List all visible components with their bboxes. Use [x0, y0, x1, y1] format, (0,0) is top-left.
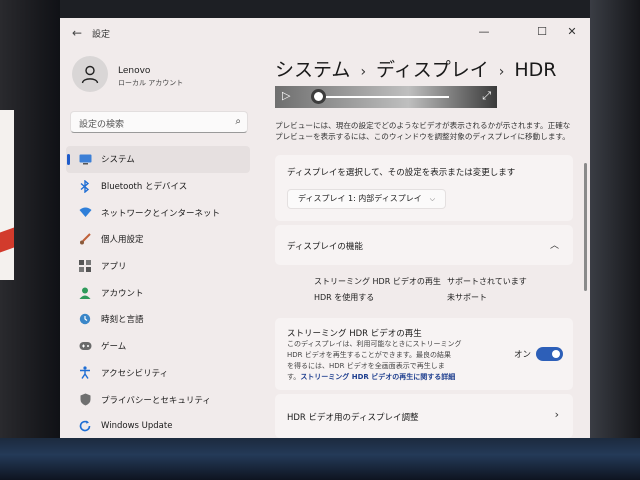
description-line: このディスプレイは、利用可能なときにストリーミング [287, 340, 462, 348]
video-seek-thumb[interactable] [311, 89, 326, 104]
update-icon [78, 419, 92, 433]
page-title: HDR [514, 59, 557, 81]
sidebar-item-apps[interactable]: アプリ [66, 253, 250, 280]
breadcrumb-system[interactable]: システム [275, 59, 350, 81]
sidebar-item-label: アクセシビリティ [101, 368, 169, 379]
sidebar-item-label: システム [101, 155, 135, 166]
sidebar-item-label: Windows Update [101, 421, 173, 432]
sidebar-item-bluetooth[interactable]: Bluetooth とデバイス [66, 173, 250, 200]
bluetooth-icon [78, 179, 92, 193]
sidebar-item-privacy-security[interactable]: プライバシーとセキュリティ [66, 386, 250, 413]
chevron-right-icon: › [554, 408, 559, 421]
sidebar-item-network[interactable]: ネットワークとインターネット [66, 199, 250, 226]
accessibility-icon [78, 366, 92, 380]
apps-icon [78, 259, 92, 273]
screen-bezel-top [0, 0, 640, 18]
back-arrow-icon[interactable]: ← [68, 24, 86, 42]
display-capabilities-header[interactable]: ディスプレイの機能 ︿ [275, 225, 573, 265]
maximize-button[interactable]: ☐ [528, 22, 556, 42]
monitor-icon [78, 152, 92, 166]
description-line: を得るには、HDR ビデオを全画面表示で再生しま [287, 362, 445, 370]
sidebar-item-label: Bluetooth とデバイス [101, 182, 188, 193]
hdr-calibration-label: HDR ビデオ用のディスプレイ調整 [287, 413, 419, 423]
display-select-label: ディスプレイを選択して、その設定を表示または変更します [287, 168, 516, 178]
sidebar-item-personalization[interactable]: 個人用設定 [66, 226, 250, 253]
breadcrumb: システム › ディスプレイ › HDR [275, 55, 556, 82]
sidebar-item-label: 個人用設定 [101, 235, 144, 246]
hdr-video-preview: ▷ ⤢ [275, 86, 497, 108]
brush-icon [78, 232, 92, 246]
toggle-knob [552, 350, 560, 358]
sidebar-item-gaming[interactable]: ゲーム [66, 333, 250, 360]
sidebar-item-system[interactable]: システム [66, 146, 250, 173]
sidebar-item-label: プライバシーとセキュリティ [101, 395, 211, 406]
streaming-hdr-toggle[interactable] [536, 347, 563, 361]
streaming-hdr-description: このディスプレイは、利用可能なときにストリーミング HDR ビデオを再生すること… [287, 339, 497, 383]
preview-description: プレビューには、現在の設定でどのようなビデオが表示されるかが示されます。正確なプ… [275, 121, 571, 141]
hdr-calibration-row[interactable]: HDR ビデオ用のディスプレイ調整 › [275, 394, 573, 438]
streaming-hdr-card: ストリーミング HDR ビデオの再生 このディスプレイは、利用可能なときにストリ… [275, 318, 573, 390]
capability-name: ストリーミング HDR ビデオの再生 [314, 277, 441, 286]
shield-icon [78, 393, 92, 407]
sidebar-item-time-language[interactable]: 時刻と言語 [66, 306, 250, 333]
sidebar-item-accounts[interactable]: アカウント [66, 279, 250, 306]
capability-name: HDR を使用する [314, 293, 375, 302]
laptop-sticker [0, 110, 14, 280]
streaming-hdr-title: ストリーミング HDR ビデオの再生 [287, 329, 422, 339]
description-line: す。 [287, 373, 301, 381]
breadcrumb-separator: › [360, 64, 367, 80]
globe-clock-icon [78, 312, 92, 326]
close-button[interactable]: ✕ [558, 22, 586, 42]
play-icon[interactable]: ▷ [282, 89, 290, 102]
toggle-state-label: オン [514, 350, 532, 360]
profile-account-type: ローカル アカウント [118, 79, 184, 87]
sidebar-item-accessibility[interactable]: アクセシビリティ [66, 360, 250, 387]
search-icon[interactable]: ⌕ [235, 116, 241, 127]
title-bar: ← 設定 — ☐ ✕ [60, 18, 590, 48]
sidebar-item-label: 時刻と言語 [101, 315, 144, 326]
minimize-button[interactable]: — [470, 22, 498, 42]
profile-name: Lenovo [118, 66, 151, 76]
learn-more-link[interactable]: ストリーミング HDR ビデオの再生に関する詳細 [300, 373, 455, 381]
avatar[interactable] [72, 56, 108, 92]
search-box[interactable]: 設定の検索 ⌕ [70, 111, 248, 133]
breadcrumb-display[interactable]: ディスプレイ [376, 59, 489, 81]
gamepad-icon [78, 339, 92, 353]
scrollbar[interactable] [584, 163, 587, 291]
chevron-down-icon: ⌵ [429, 195, 436, 203]
capability-value: サポートされています [447, 277, 527, 286]
person-icon [81, 65, 99, 84]
window-title: 設定 [92, 30, 111, 40]
fullscreen-icon[interactable]: ⤢ [482, 89, 491, 103]
person-icon [78, 286, 92, 300]
sidebar-nav: システム Bluetooth とデバイス ネットワークとインターネット 個人用設… [66, 146, 250, 438]
sidebar-item-windows-update[interactable]: Windows Update [66, 413, 250, 438]
search-input[interactable]: 設定の検索 [79, 117, 124, 130]
sidebar-item-label: アプリ [101, 262, 127, 273]
capability-value: 未サポート [447, 293, 487, 302]
settings-window: ← 設定 — ☐ ✕ Lenovo ローカル アカウント 設定の検索 ⌕ システ… [60, 18, 590, 438]
active-indicator [67, 154, 70, 165]
display-dropdown[interactable]: ディスプレイ 1: 内部ディスプレイ ⌵ [287, 189, 447, 209]
description-line: HDR ビデオを再生することができます。最良の結果 [287, 351, 452, 359]
chevron-up-icon[interactable]: ︿ [550, 238, 559, 251]
sidebar-item-label: ゲーム [101, 342, 127, 353]
desktop-wallpaper [0, 438, 640, 480]
display-capabilities-body: ストリーミング HDR ビデオの再生 サポートされています HDR を使用する … [275, 267, 573, 315]
display-dropdown-value: ディスプレイ 1: 内部ディスプレイ [298, 194, 422, 203]
screen-bezel-right [590, 0, 640, 480]
breadcrumb-separator: › [498, 64, 505, 80]
video-seek-track[interactable] [319, 96, 449, 98]
capabilities-title: ディスプレイの機能 [287, 242, 363, 252]
sidebar-item-label: ネットワークとインターネット [101, 208, 221, 219]
wifi-icon [78, 206, 92, 220]
sidebar-item-label: アカウント [101, 288, 144, 299]
display-select-card: ディスプレイを選択して、その設定を表示または変更します ディスプレイ 1: 内部… [275, 155, 573, 221]
